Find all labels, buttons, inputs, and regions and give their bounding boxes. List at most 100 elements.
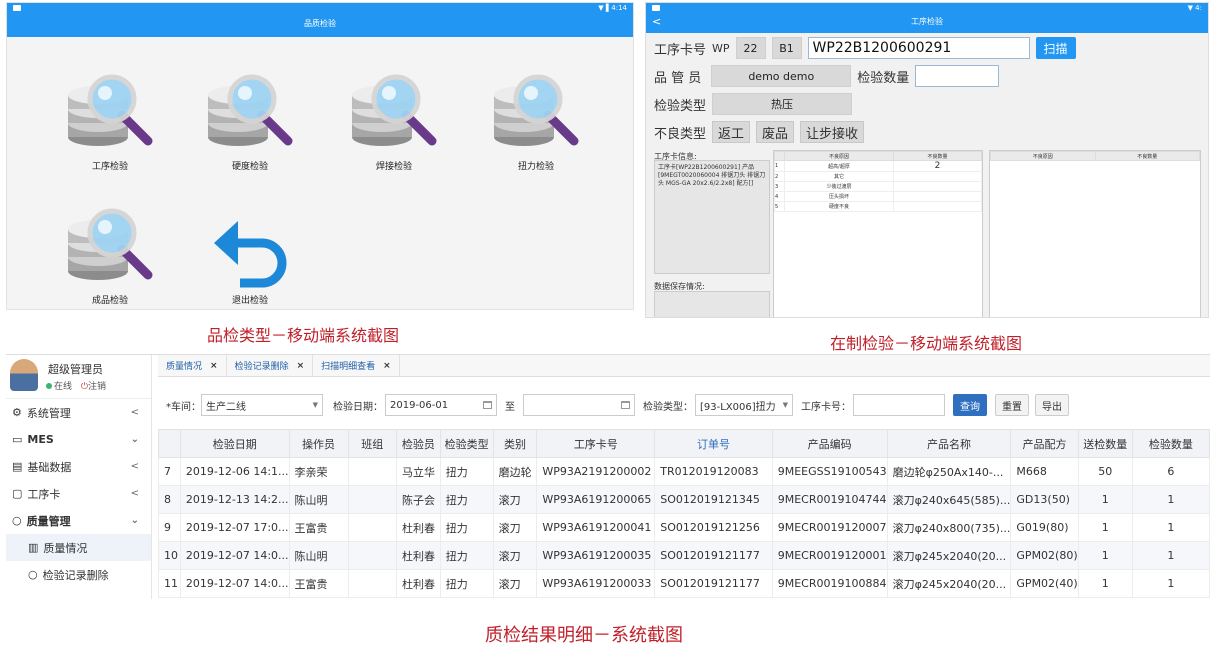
column-header[interactable]: 工序卡号 <box>536 429 656 458</box>
table-row[interactable]: 2 其它 <box>774 171 983 182</box>
defect-type-button[interactable]: 返工 <box>712 121 751 143</box>
table-row[interactable]: 7 2019-12-06 14:1... 李亲荣 马立华 扭力 磨边轮 WP93A21912… <box>158 457 1210 486</box>
defect-type-button[interactable]: 让步接收 <box>800 121 865 143</box>
web-quality-system: 超级管理员 在线 ⏻注销 ⚙ 系统管理 < ▭ MES ⌄ ▤ 基础数据 < ▢ 工序卡 < ○ 质量管理… <box>6 354 1210 599</box>
tab[interactable]: 检验记录删除 × <box>227 355 314 377</box>
inspection-tile[interactable]: 焊接检验 <box>339 65 449 172</box>
defect-type-button[interactable]: 废品 <box>756 121 795 143</box>
defect-qty[interactable] <box>892 181 983 192</box>
card-field-1[interactable]: 22 <box>735 37 766 59</box>
column-header[interactable]: 产品配方 <box>1010 429 1079 458</box>
table-row[interactable]: 10 2019-12-07 14:0... 陈山明 杜利春 扭力 滚刀 WP93A61912… <box>158 541 1210 570</box>
table-row[interactable]: 1 超高/超厚 2 <box>774 160 983 172</box>
logout-link[interactable]: 注销 <box>88 382 106 392</box>
sidebar-item[interactable]: ▭ MES ⌄ <box>6 426 151 453</box>
column-header[interactable]: 产品名称 <box>886 429 1012 458</box>
sidebar-item-label: 质量情况 <box>43 541 88 555</box>
table-cell: 王富贵 <box>288 569 349 598</box>
defect-summary-table: 不良原因 不良数量 <box>989 150 1201 317</box>
column-header[interactable]: 检验日期 <box>179 429 290 458</box>
scan-button[interactable]: 扫描 <box>1035 37 1076 59</box>
table-row[interactable]: 11 2019-12-07 14:0... 王富贵 杜利春 扭力 滚刀 WP93A61912… <box>158 569 1210 598</box>
column-header[interactable] <box>158 429 181 458</box>
date-from-input[interactable]: 2019-06-01 <box>385 394 497 416</box>
reset-button[interactable]: 重置 <box>995 394 1029 416</box>
column-header[interactable]: 操作员 <box>288 429 349 458</box>
column-header[interactable]: 送检数量 <box>1077 429 1133 458</box>
screen-title: 工序检验 <box>911 17 943 26</box>
tab-bar: 质量情况 × 检验记录删除 × 扫描明细查看 × <box>158 355 1210 377</box>
column-header[interactable]: 检验员 <box>395 429 441 458</box>
inspect-type-select[interactable]: [93-LX006]扭力 ▼ <box>695 394 793 416</box>
card-number-input[interactable]: WP22B1200600291 <box>807 37 1030 59</box>
inspection-tile[interactable]: 硬度检验 <box>195 65 305 172</box>
tile-label: 成品检验 <box>91 296 128 306</box>
inspection-tile[interactable]: 退出检验 <box>195 199 305 306</box>
close-icon[interactable]: × <box>383 361 391 371</box>
column-header[interactable]: 产品编码 <box>771 429 888 458</box>
table-cell: 9MECR0019100884 <box>771 569 888 598</box>
row-index: 2 <box>774 171 785 182</box>
defect-qty[interactable] <box>892 191 983 202</box>
close-icon[interactable]: × <box>297 361 305 371</box>
sidebar-item[interactable]: ○ 检验记录删除 <box>6 561 151 588</box>
card-number-input[interactable] <box>853 394 945 416</box>
user-name: 超级管理员 <box>48 363 103 376</box>
defect-reason: 压头损坏 <box>784 191 894 202</box>
table-row[interactable]: 4 压头损坏 <box>774 191 983 202</box>
defect-qty[interactable] <box>892 201 983 212</box>
defect-qty[interactable] <box>892 171 983 182</box>
tab[interactable]: 扫描明细查看 × <box>313 355 400 377</box>
inspect-type-field[interactable]: 热压 <box>712 93 853 115</box>
caption-mobile-types: 品检类型－移动端系统截图 <box>207 326 400 345</box>
qc-person-field[interactable]: demo demo <box>711 65 852 87</box>
workshop-select[interactable]: 生产二线 ▼ <box>201 394 323 416</box>
inspect-qty-input[interactable] <box>915 65 1000 87</box>
query-button[interactable]: 查询 <box>953 394 987 416</box>
export-button[interactable]: 导出 <box>1035 394 1069 416</box>
inspection-tile[interactable]: 工序检验 <box>55 65 165 172</box>
database-search-icon <box>486 65 586 155</box>
table-row[interactable]: 8 2019-12-13 14:2... 陈山明 陈子会 扭力 滚刀 WP93A619120… <box>158 485 1210 514</box>
close-icon[interactable]: × <box>210 361 218 371</box>
sidebar-item[interactable]: ○ 质量管理 ⌄ <box>6 507 151 534</box>
avatar <box>10 359 38 391</box>
table-cell: G019(80) <box>1010 513 1079 542</box>
calendar-icon[interactable] <box>483 401 492 409</box>
type-row: 检验类型 热压 <box>654 93 853 115</box>
sidebar-item[interactable]: ▢ 工序卡 < <box>6 480 151 507</box>
tab-label: 质量情况 <box>166 362 203 372</box>
table-cell: 滚刀 <box>492 513 538 542</box>
table-row[interactable]: 3 少装过渡层 <box>774 181 983 192</box>
table-cell: 11 <box>158 569 181 598</box>
table-row[interactable]: 9 2019-12-07 17:0... 王富贵 杜利春 扭力 滚刀 WP93A619120… <box>158 513 1210 542</box>
sidebar-item[interactable]: ▤ 基础数据 < <box>6 453 151 480</box>
database-search-icon <box>60 65 160 155</box>
column-header[interactable]: 类别 <box>492 429 538 458</box>
table-row[interactable]: 5 硬度不良 <box>774 201 983 212</box>
column-header[interactable]: 班组 <box>347 429 397 458</box>
column-header[interactable]: 订单号 <box>654 429 773 458</box>
sidebar-item-label: 检验记录删除 <box>42 568 109 582</box>
sidebar-item[interactable]: ⚙ 系统管理 < <box>6 399 151 426</box>
inspection-tile[interactable]: 成品检验 <box>55 199 165 306</box>
table-cell: 8 <box>158 485 181 514</box>
card-field-2[interactable]: B1 <box>771 37 802 59</box>
col-defect-reason: 不良原因 <box>990 151 1096 161</box>
mobile-inspection-type-screen: ▼ ▌4:14 品质检验 工序检验 硬度检验 焊接检验 扭力检验 成品检验 退出检验 <box>6 2 634 310</box>
sidebar-item[interactable]: ▥ 质量情况 <box>6 534 151 561</box>
table-cell: GPM02(40) <box>1010 569 1079 598</box>
chevron-icon: < <box>130 488 139 499</box>
caption-system-results: 质检结果明细－系统截图 <box>485 625 683 646</box>
tile-label: 扭力检验 <box>517 162 554 172</box>
inspection-tile[interactable]: 扭力检验 <box>481 65 591 172</box>
calendar-icon[interactable] <box>621 401 630 409</box>
date-to-input[interactable] <box>523 394 635 416</box>
defect-qty[interactable]: 2 <box>892 160 983 172</box>
column-header[interactable]: 检验数量 <box>1131 429 1210 458</box>
table-cell: 7 <box>158 457 181 486</box>
column-header[interactable]: 检验类型 <box>439 429 494 458</box>
tab[interactable]: 质量情况 × <box>158 355 227 377</box>
table-cell: WP93A2191200002 <box>536 457 656 486</box>
card-row: 工序卡号 WP 22 B1 WP22B1200600291 扫描 <box>654 37 1076 59</box>
